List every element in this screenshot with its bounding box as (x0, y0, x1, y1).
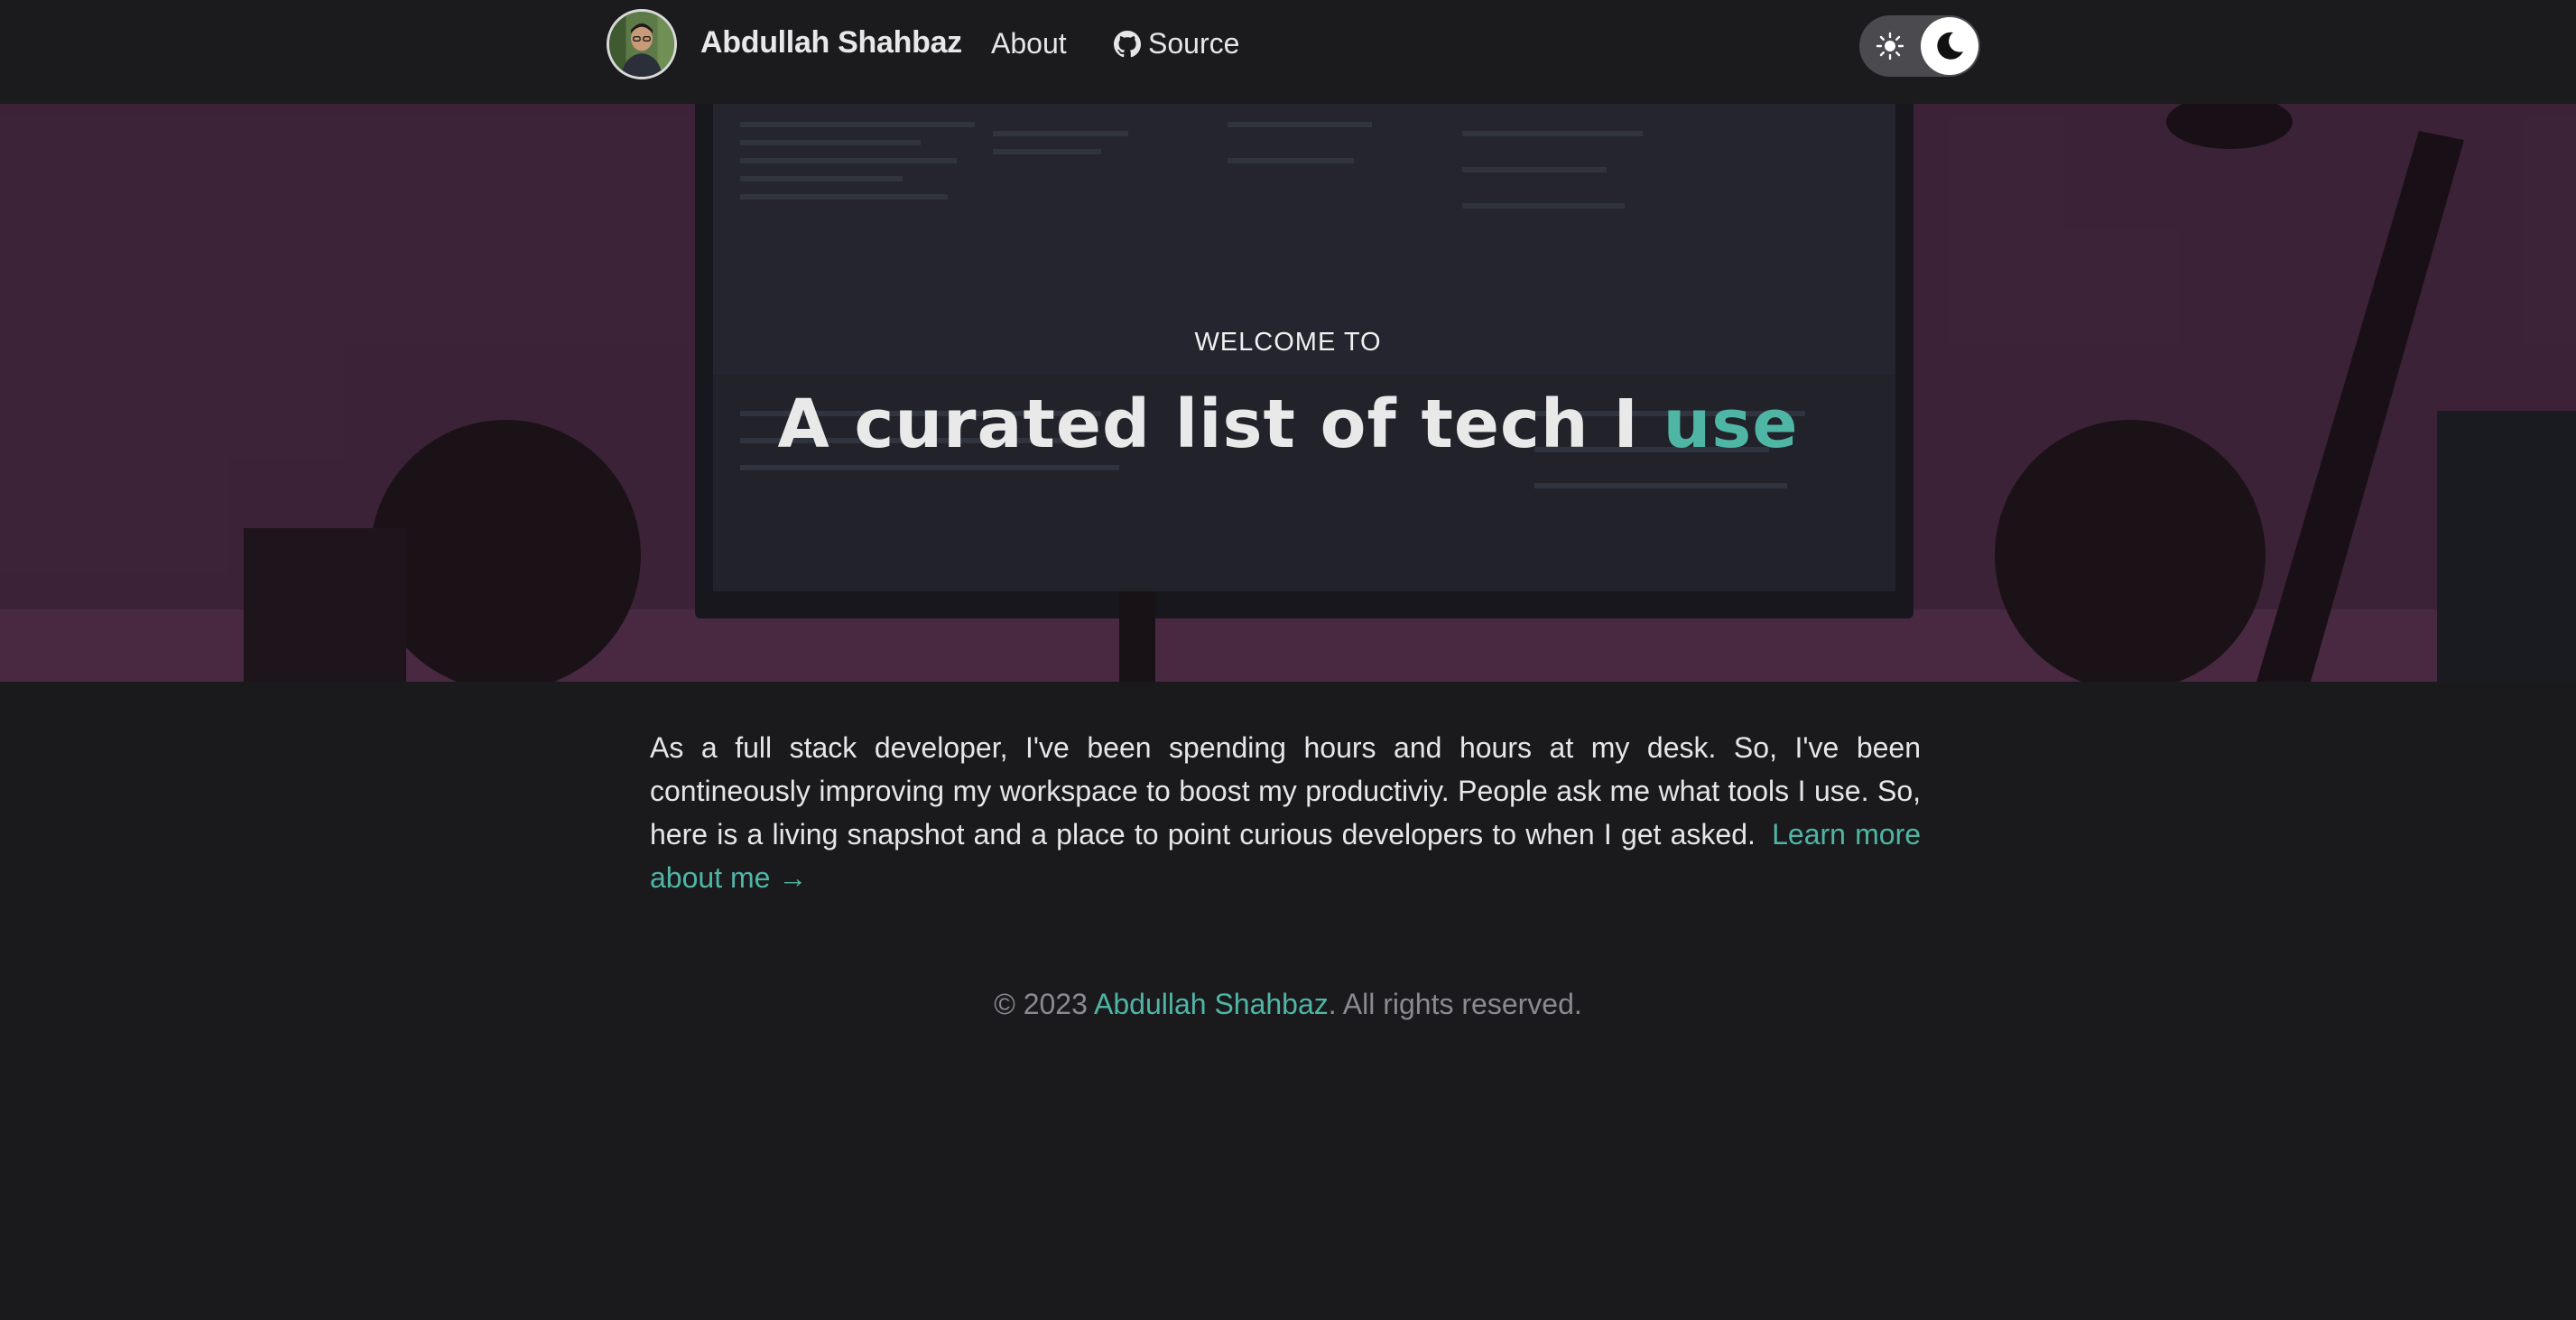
footer-author-link[interactable]: Abdullah Shahbaz (1094, 988, 1329, 1020)
hero-title-main: A curated list of tech I (777, 386, 1663, 463)
brand-name[interactable]: Abdullah Shahbaz (700, 25, 962, 60)
moon-icon (1937, 32, 1963, 60)
nav-link-about[interactable]: About (991, 27, 1067, 60)
sun-icon (1876, 32, 1904, 60)
hero-title: A curated list of tech I use (0, 386, 2576, 463)
navbar: Abdullah Shahbaz About Source (0, 0, 2576, 104)
nav-link-source[interactable]: Source (1114, 27, 1239, 60)
intro-paragraph: As a full stack developer, I've been spe… (650, 726, 1921, 899)
footer-rights: . All rights reserved. (1328, 988, 1582, 1020)
hero-eyebrow: WELCOME TO (1194, 328, 1382, 357)
navbar-inner: Abdullah Shahbaz About Source (607, 0, 1980, 104)
footer: © 2023 Abdullah Shahbaz. All rights rese… (0, 988, 2576, 1021)
intro-text: As a full stack developer, I've been spe… (650, 731, 1921, 851)
theme-toggle[interactable] (1859, 15, 1980, 77)
avatar[interactable] (607, 9, 677, 79)
avatar-image (609, 12, 674, 77)
hero-title-accent: use (1663, 386, 1799, 463)
theme-toggle-knob[interactable] (1921, 17, 1978, 75)
nav-link-source-label: Source (1148, 27, 1240, 60)
hero-banner: WELCOME TO A curated list of tech I use (0, 104, 2576, 682)
footer-copyright: © 2023 (994, 988, 1094, 1020)
github-icon (1114, 30, 1141, 57)
